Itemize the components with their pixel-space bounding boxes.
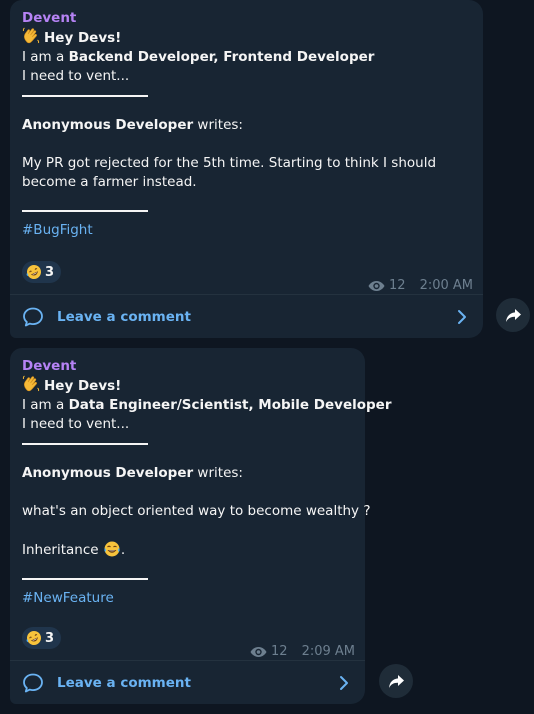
post-time: 2:00 AM [419,278,473,293]
waving-hand-icon [22,375,40,393]
post-stats: 12 2:00 AM [368,278,473,293]
reaction-count: 3 [45,264,55,280]
leave-comment-button[interactable]: Leave a comment [10,660,365,704]
author-line: Anonymous Developer writes: [22,464,353,483]
hashtag-link[interactable]: #NewFeature [22,589,353,608]
punchline-suffix: . [120,542,126,558]
post-time: 2:09 AM [301,644,355,659]
message-line: become a farmer instead. [22,174,197,190]
message-line: what's an object oriented way to become … [22,503,371,519]
rofl-face-icon [26,265,41,279]
post-content: Devent Hey Devs! I am a Data Engineer/Sc… [10,348,391,608]
comment-bubble-icon [23,673,43,692]
channel-post: Devent Hey Devs! I am a Backend Develope… [10,0,483,338]
leave-comment-button[interactable]: Leave a comment [10,294,483,338]
channel-feed: Devent Hey Devs! I am a Backend Develope… [0,0,534,714]
reaction-chip[interactable]: 3 [22,261,62,283]
chevron-right-icon [340,675,348,690]
comment-label: Leave a comment [57,674,191,691]
reaction-chip[interactable]: 3 [22,627,62,649]
role-prefix: I am a [22,49,69,65]
punchline-line: Inheritance . [22,540,353,560]
post-meta-row: 3 12 2:09 AM [22,627,355,659]
view-count: 12 [389,278,406,293]
punchline-text: Inheritance [22,542,99,558]
post-meta-row: 3 12 2:00 AM [22,261,473,293]
writes-label: writes: [193,465,243,481]
role-list: Data Engineer/Scientist, Mobile Develope… [68,397,392,413]
greeting-text: Hey Devs! [44,378,122,394]
hashtag-link[interactable]: #BugFight [22,221,471,240]
author-line: Anonymous Developer writes: [22,116,471,135]
writes-label: writes: [193,117,243,133]
view-count: 12 [271,644,288,659]
author-name: Anonymous Developer [22,465,194,481]
message-line: My PR got rejected for the 5th time. Sta… [22,155,437,171]
vent-line: I need to vent... [22,68,130,84]
role-line: I am a Data Engineer/Scientist, Mobile D… [22,396,391,415]
vent-line: I need to vent... [22,416,130,432]
share-arrow-icon [388,674,404,688]
role-prefix: I am a [22,397,69,413]
channel-name[interactable]: Devent [22,357,353,375]
greeting-line: Hey Devs! [22,375,353,396]
post-stats: 12 2:09 AM [250,644,355,659]
channel-post: Devent Hey Devs! I am a Data Engineer/Sc… [10,348,391,704]
role-line: I am a Backend Developer, Frontend Devel… [22,48,471,67]
role-list: Backend Developer, Frontend Developer [68,49,375,65]
share-button[interactable] [496,298,530,332]
reaction-count: 3 [45,630,55,646]
eye-icon [368,280,385,291]
rofl-face-icon [26,631,41,645]
comment-bubble-icon [23,307,43,326]
channel-name[interactable]: Devent [22,9,471,27]
eye-icon [250,646,267,657]
greeting-line: Hey Devs! [22,27,471,48]
greeting-text: Hey Devs! [44,30,122,46]
tears-of-joy-face-icon [104,541,120,557]
post-content: Devent Hey Devs! I am a Backend Develope… [10,0,483,240]
chevron-right-icon [458,309,466,324]
comment-label: Leave a comment [57,308,191,325]
author-name: Anonymous Developer [22,117,194,133]
share-arrow-icon [505,308,521,322]
waving-hand-icon [22,27,40,45]
share-button[interactable] [379,664,413,698]
